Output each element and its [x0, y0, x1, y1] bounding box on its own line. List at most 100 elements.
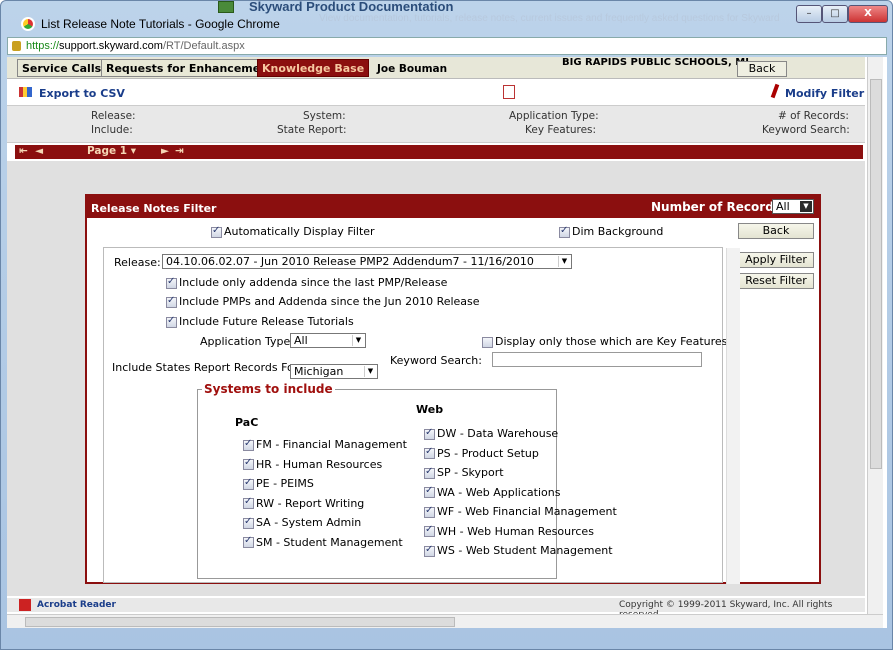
scroll-thumb[interactable] — [25, 617, 455, 627]
system-checkbox[interactable] — [243, 477, 254, 490]
system-option[interactable]: RW - Report Writing — [243, 496, 365, 510]
system-checkbox[interactable] — [243, 535, 254, 548]
system-option[interactable]: PE - PEIMS — [243, 477, 314, 490]
system-option[interactable]: WF - Web Financial Management — [424, 505, 617, 518]
chevron-down-icon: ▼ — [800, 201, 812, 212]
system-checkbox[interactable] — [243, 457, 254, 470]
system-option[interactable]: PS - Product Setup — [424, 446, 539, 460]
system-label: FM - Financial Management — [256, 438, 407, 451]
apply-filter-button[interactable]: Apply Filter — [738, 252, 814, 268]
close-button[interactable]: X — [848, 5, 888, 23]
summary-system: System: — [303, 110, 346, 122]
pdf-icon[interactable] — [503, 85, 515, 99]
system-label: PE - PEIMS — [256, 477, 314, 490]
system-option[interactable]: WA - Web Applications — [424, 485, 561, 499]
future-option[interactable]: Include Future Release Tutorials — [166, 315, 354, 328]
minimize-button[interactable]: – — [796, 5, 822, 23]
pmps-label: Include PMPs and Addenda since the Jun 2… — [179, 295, 480, 308]
pmps-option[interactable]: Include PMPs and Addenda since the Jun 2… — [166, 295, 480, 308]
key-features-option[interactable]: Display only those which are Key Feature… — [482, 335, 727, 348]
system-label: RW - Report Writing — [256, 496, 365, 510]
maximize-button[interactable]: □ — [822, 5, 848, 23]
system-checkbox[interactable] — [424, 485, 435, 498]
next-page-icon[interactable]: ► — [161, 145, 169, 157]
system-checkbox[interactable] — [424, 427, 435, 440]
dialog-header: Release Notes Filter Number of Records: … — [87, 196, 819, 218]
system-label: SM - Student Management — [256, 535, 403, 549]
system-option[interactable]: WH - Web Human Resources — [424, 524, 594, 538]
system-checkbox[interactable] — [424, 524, 435, 537]
dialog-back-button[interactable]: Back — [738, 223, 814, 239]
back-button[interactable]: Back — [737, 61, 787, 77]
system-checkbox[interactable] — [424, 544, 435, 557]
system-checkbox[interactable] — [243, 438, 254, 451]
release-select[interactable]: 04.10.06.02.07 - Jun 2010 Release PMP2 A… — [162, 254, 572, 269]
records-select[interactable]: All ▼ — [772, 199, 814, 214]
toolbar: Export to CSV Modify Filter — [7, 81, 865, 103]
system-checkbox[interactable] — [243, 516, 254, 529]
page-content: Service Calls Requests for Enhancement K… — [7, 57, 887, 628]
auto-display-checkbox[interactable] — [211, 225, 222, 238]
url-host: support.skyward.com — [59, 40, 163, 52]
system-checkbox[interactable] — [424, 446, 435, 459]
page-horizontal-scrollbar[interactable] — [7, 614, 883, 628]
system-option[interactable]: FM - Financial Management — [243, 438, 407, 451]
states-select[interactable]: Michigan ▼ — [290, 364, 378, 379]
filter-scrollbar[interactable] — [726, 248, 740, 584]
summary-keyword-search: Keyword Search: — [762, 124, 850, 136]
system-label: WA - Web Applications — [437, 485, 561, 499]
system-option[interactable]: WS - Web Student Management — [424, 544, 613, 557]
system-checkbox[interactable] — [424, 466, 435, 479]
scroll-thumb[interactable] — [870, 79, 882, 469]
system-label: WH - Web Human Resources — [437, 524, 594, 538]
chart-icon — [19, 87, 32, 97]
keyword-search-input[interactable] — [492, 352, 702, 367]
reset-filter-button[interactable]: Reset Filter — [738, 273, 814, 289]
app-type-select[interactable]: All ▼ — [290, 333, 366, 348]
address-bar[interactable]: https://support.skyward.com/RT/Default.a… — [7, 37, 887, 55]
modify-filter-link[interactable]: Modify Filter — [785, 87, 864, 100]
window-title: List Release Note Tutorials - Google Chr… — [41, 17, 280, 31]
future-checkbox[interactable] — [166, 315, 177, 328]
tab-knowledge-base[interactable]: Knowledge Base — [257, 59, 370, 77]
tab-requests-for-enhancement[interactable]: Requests for Enhancement — [101, 59, 279, 77]
states-value: Michigan — [294, 365, 344, 378]
pmps-checkbox[interactable] — [166, 295, 177, 308]
system-option[interactable]: DW - Data Warehouse — [424, 427, 558, 440]
page-select[interactable]: Page 1 ▾ — [87, 145, 136, 157]
systems-fieldset: Systems to include PaC Web FM - Financia… — [197, 382, 617, 579]
lock-icon — [12, 41, 21, 51]
prev-page-icon[interactable]: ◄ — [35, 145, 43, 157]
auto-display-label: Automatically Display Filter — [224, 225, 375, 238]
system-option[interactable]: SP - Skyport — [424, 466, 504, 479]
tab-service-calls[interactable]: Service Calls — [17, 59, 107, 77]
system-checkbox[interactable] — [243, 496, 254, 509]
filter-summary: Release: Include: System: State Report: … — [7, 105, 865, 143]
system-option[interactable]: SM - Student Management — [243, 535, 403, 549]
summary-state-report: State Report: — [277, 124, 347, 136]
addenda-checkbox[interactable] — [166, 276, 177, 289]
acrobat-reader-link[interactable]: Acrobat Reader — [37, 600, 116, 610]
last-page-icon[interactable]: ⇥ — [175, 145, 184, 157]
key-features-label: Display only those which are Key Feature… — [495, 335, 728, 348]
title-bar: Skyward Product Documentation View docum… — [1, 0, 892, 35]
user-name: Joe Bouman — [377, 63, 448, 75]
addenda-label: Include only addenda since the last PMP/… — [179, 276, 448, 289]
system-option[interactable]: HR - Human Resources — [243, 457, 382, 471]
keyword-label: Keyword Search: — [390, 354, 482, 367]
system-option[interactable]: SA - System Admin — [243, 516, 361, 529]
dim-background-checkbox[interactable] — [559, 225, 570, 238]
filter-form: Release: 04.10.06.02.07 - Jun 2010 Relea… — [103, 247, 740, 584]
auto-display-option[interactable]: Automatically Display Filter — [211, 225, 375, 238]
url-text[interactable]: https://support.skyward.com/RT/Default.a… — [26, 40, 245, 52]
system-label: WF - Web Financial Management — [437, 505, 617, 518]
first-page-icon[interactable]: ⇤ — [19, 145, 28, 157]
key-features-checkbox[interactable] — [482, 336, 493, 348]
export-csv-link[interactable]: Export to CSV — [39, 87, 125, 100]
dim-background-option[interactable]: Dim Background — [559, 225, 663, 238]
addenda-option[interactable]: Include only addenda since the last PMP/… — [166, 276, 447, 289]
chevron-down-icon: ▼ — [558, 256, 570, 267]
page-vertical-scrollbar[interactable] — [867, 57, 883, 614]
app-type-label: Application Type: — [200, 335, 294, 348]
system-checkbox[interactable] — [424, 505, 435, 518]
